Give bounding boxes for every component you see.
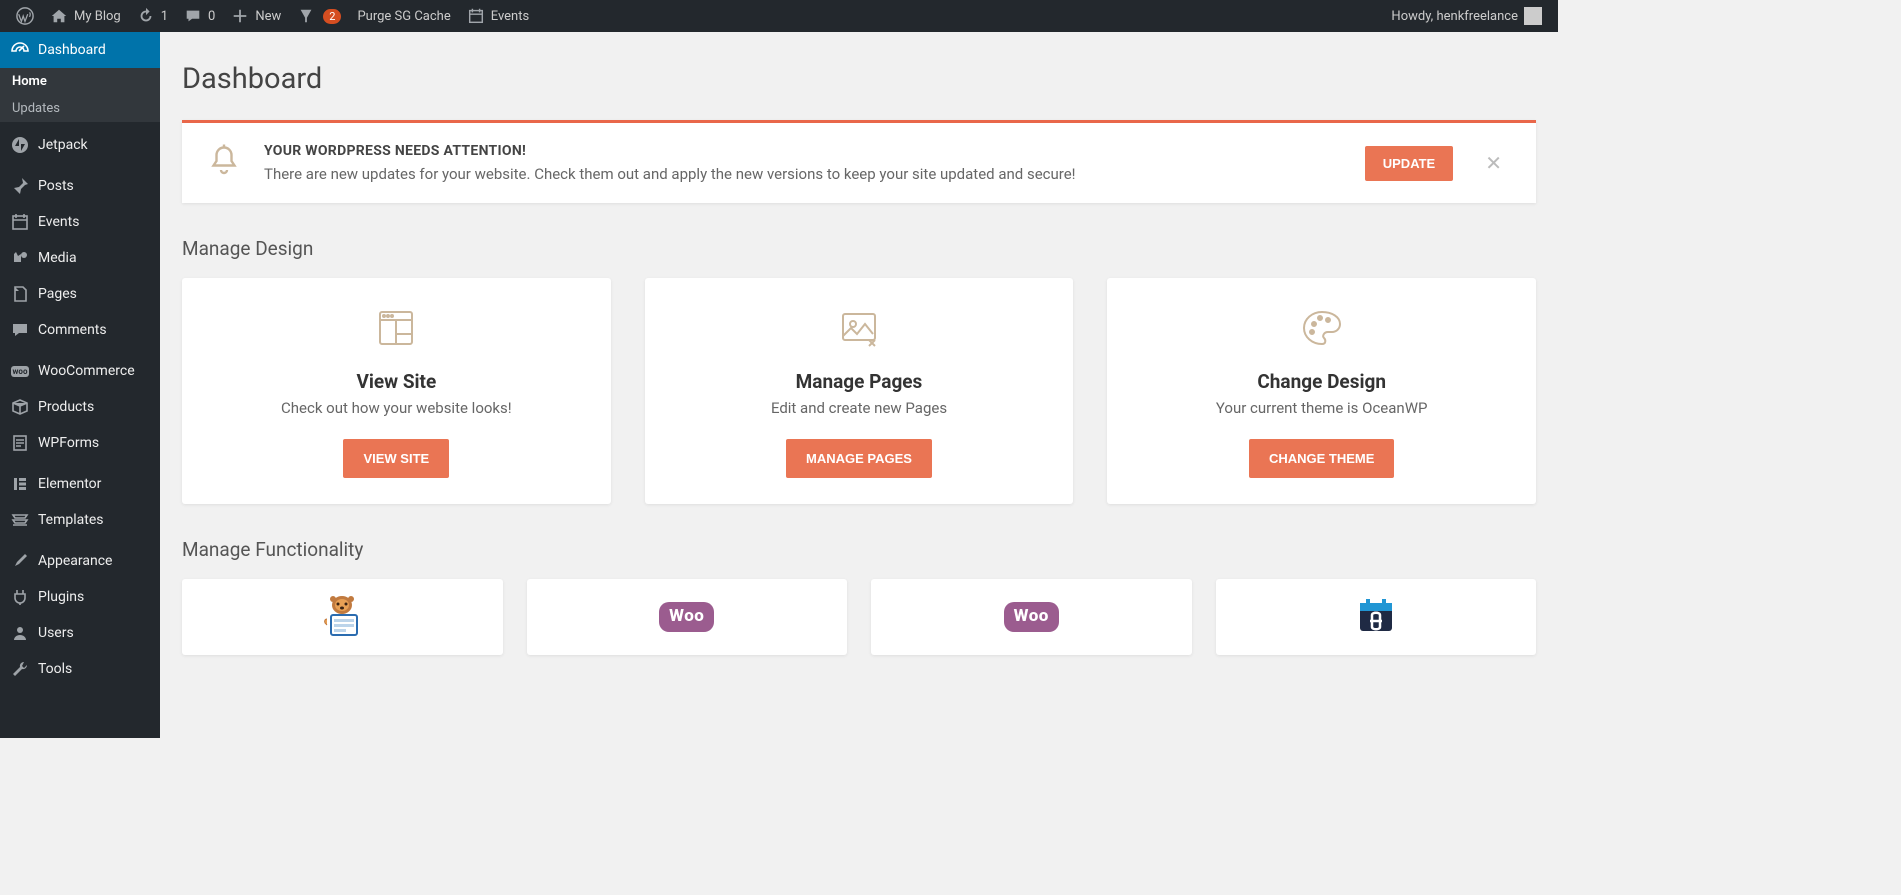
- purge-label: Purge SG Cache: [357, 9, 450, 24]
- card-change-design: Change Design Your current theme is Ocea…: [1107, 278, 1536, 504]
- yoast-badge: 2: [323, 9, 341, 24]
- sidebar-item-elementor[interactable]: Elementor: [0, 466, 160, 502]
- notice-body: There are new updates for your website. …: [264, 165, 1343, 183]
- sidebar-subitem-updates[interactable]: Updates: [0, 95, 160, 122]
- templates-icon: [10, 510, 30, 530]
- sidebar-item-comments[interactable]: Comments: [0, 312, 160, 348]
- manage-pages-button[interactable]: MANAGE PAGES: [786, 439, 932, 478]
- events-label: Events: [491, 9, 529, 24]
- yoast-icon: [297, 7, 315, 25]
- content-area: Dashboard YOUR WORDPRESS NEEDS ATTENTION…: [160, 32, 1558, 738]
- card-view-site: View Site Check out how your website loo…: [182, 278, 611, 504]
- dashboard-icon: [10, 40, 30, 60]
- sidebar-item-plugins[interactable]: Plugins: [0, 579, 160, 615]
- sidebar-item-products[interactable]: Products: [0, 389, 160, 425]
- notice-heading: YOUR WORDPRESS NEEDS ATTENTION!: [264, 143, 1343, 159]
- sidebar-item-wpforms[interactable]: WPForms: [0, 425, 160, 461]
- yoast-link[interactable]: 2: [289, 0, 349, 32]
- dashboard-submenu: Home Updates: [0, 68, 160, 122]
- products-icon: [10, 397, 30, 417]
- close-icon[interactable]: ✕: [1475, 151, 1512, 175]
- plug-icon: [10, 587, 30, 607]
- view-site-button[interactable]: VIEW SITE: [343, 439, 449, 478]
- events-calendar-icon: [1356, 595, 1396, 639]
- card-desc: Edit and create new Pages: [665, 399, 1054, 417]
- update-button[interactable]: UPDATE: [1365, 146, 1453, 181]
- wrench-icon: [10, 659, 30, 679]
- card-title: Change Design: [1127, 370, 1516, 393]
- comment-icon: [184, 7, 202, 25]
- design-section-title: Manage Design: [182, 237, 1536, 260]
- woo-logo-icon: Woo: [1004, 602, 1059, 632]
- site-link[interactable]: My Blog: [42, 0, 129, 32]
- elementor-icon: [10, 474, 30, 494]
- brush-icon: [10, 551, 30, 571]
- page-icon: [10, 284, 30, 304]
- design-cards: View Site Check out how your website loo…: [182, 278, 1536, 504]
- func-card-woo-1[interactable]: Woo: [527, 579, 848, 655]
- sidebar-item-media[interactable]: Media: [0, 240, 160, 276]
- new-link[interactable]: New: [223, 0, 289, 32]
- new-label: New: [255, 9, 281, 24]
- purge-cache-link[interactable]: Purge SG Cache: [349, 0, 458, 32]
- card-desc: Your current theme is OceanWP: [1127, 399, 1516, 417]
- events-link[interactable]: Events: [459, 0, 537, 32]
- page-title: Dashboard: [182, 62, 1536, 96]
- jetpack-icon: [10, 135, 30, 155]
- sidebar-item-posts[interactable]: Posts: [0, 168, 160, 204]
- image-icon: [665, 304, 1054, 356]
- notice-message: YOUR WORDPRESS NEEDS ATTENTION! There ar…: [264, 143, 1343, 183]
- form-icon: [10, 433, 30, 453]
- updates-link[interactable]: 1: [129, 0, 176, 32]
- user-icon: [10, 623, 30, 643]
- admin-bar: My Blog 1 0 New 2 Purge SG Cache Events …: [0, 0, 1558, 32]
- func-card-events-calendar[interactable]: [1216, 579, 1537, 655]
- howdy-text: Howdy, henkfreelance: [1391, 9, 1518, 24]
- update-notice: YOUR WORDPRESS NEEDS ATTENTION! There ar…: [182, 120, 1536, 203]
- sidebar-label: Dashboard: [38, 42, 106, 58]
- comments-count: 0: [208, 9, 215, 24]
- sidebar-item-templates[interactable]: Templates: [0, 502, 160, 538]
- home-icon: [50, 7, 68, 25]
- sidebar-item-users[interactable]: Users: [0, 615, 160, 651]
- sidebar-item-jetpack[interactable]: Jetpack: [0, 127, 160, 163]
- card-title: Manage Pages: [665, 370, 1054, 393]
- sidebar-item-dashboard[interactable]: Dashboard: [0, 32, 160, 68]
- media-icon: [10, 248, 30, 268]
- woo-logo-icon: Woo: [659, 602, 714, 632]
- card-title: View Site: [202, 370, 591, 393]
- avatar-icon: [1524, 7, 1542, 25]
- updates-count: 1: [161, 9, 168, 24]
- sidebar-subitem-home[interactable]: Home: [0, 68, 160, 95]
- pin-icon: [10, 176, 30, 196]
- plus-icon: [231, 7, 249, 25]
- change-theme-button[interactable]: CHANGE THEME: [1249, 439, 1394, 478]
- refresh-icon: [137, 7, 155, 25]
- card-desc: Check out how your website looks!: [202, 399, 591, 417]
- comment-icon: [10, 320, 30, 340]
- wp-logo[interactable]: [8, 0, 42, 32]
- sidebar-item-pages[interactable]: Pages: [0, 276, 160, 312]
- admin-sidebar: Dashboard Home Updates Jetpack Posts Eve…: [0, 32, 160, 738]
- func-card-wpforms[interactable]: [182, 579, 503, 655]
- woo-icon: woo: [10, 361, 30, 381]
- functionality-section-title: Manage Functionality: [182, 538, 1536, 561]
- site-name: My Blog: [74, 9, 121, 24]
- sidebar-item-events[interactable]: Events: [0, 204, 160, 240]
- bell-icon: [206, 143, 242, 183]
- calendar-icon: [10, 212, 30, 232]
- layout-icon: [202, 304, 591, 356]
- wpforms-mascot-icon: [317, 593, 367, 641]
- sidebar-item-tools[interactable]: Tools: [0, 651, 160, 687]
- calendar-icon: [467, 7, 485, 25]
- card-manage-pages: Manage Pages Edit and create new Pages M…: [645, 278, 1074, 504]
- func-card-woo-2[interactable]: Woo: [871, 579, 1192, 655]
- sidebar-item-woocommerce[interactable]: woo WooCommerce: [0, 353, 160, 389]
- comments-link[interactable]: 0: [176, 0, 223, 32]
- wordpress-icon: [16, 7, 34, 25]
- sidebar-item-appearance[interactable]: Appearance: [0, 543, 160, 579]
- functionality-cards: Woo Woo: [182, 579, 1536, 655]
- palette-icon: [1127, 304, 1516, 356]
- account-link[interactable]: Howdy, henkfreelance: [1383, 0, 1550, 32]
